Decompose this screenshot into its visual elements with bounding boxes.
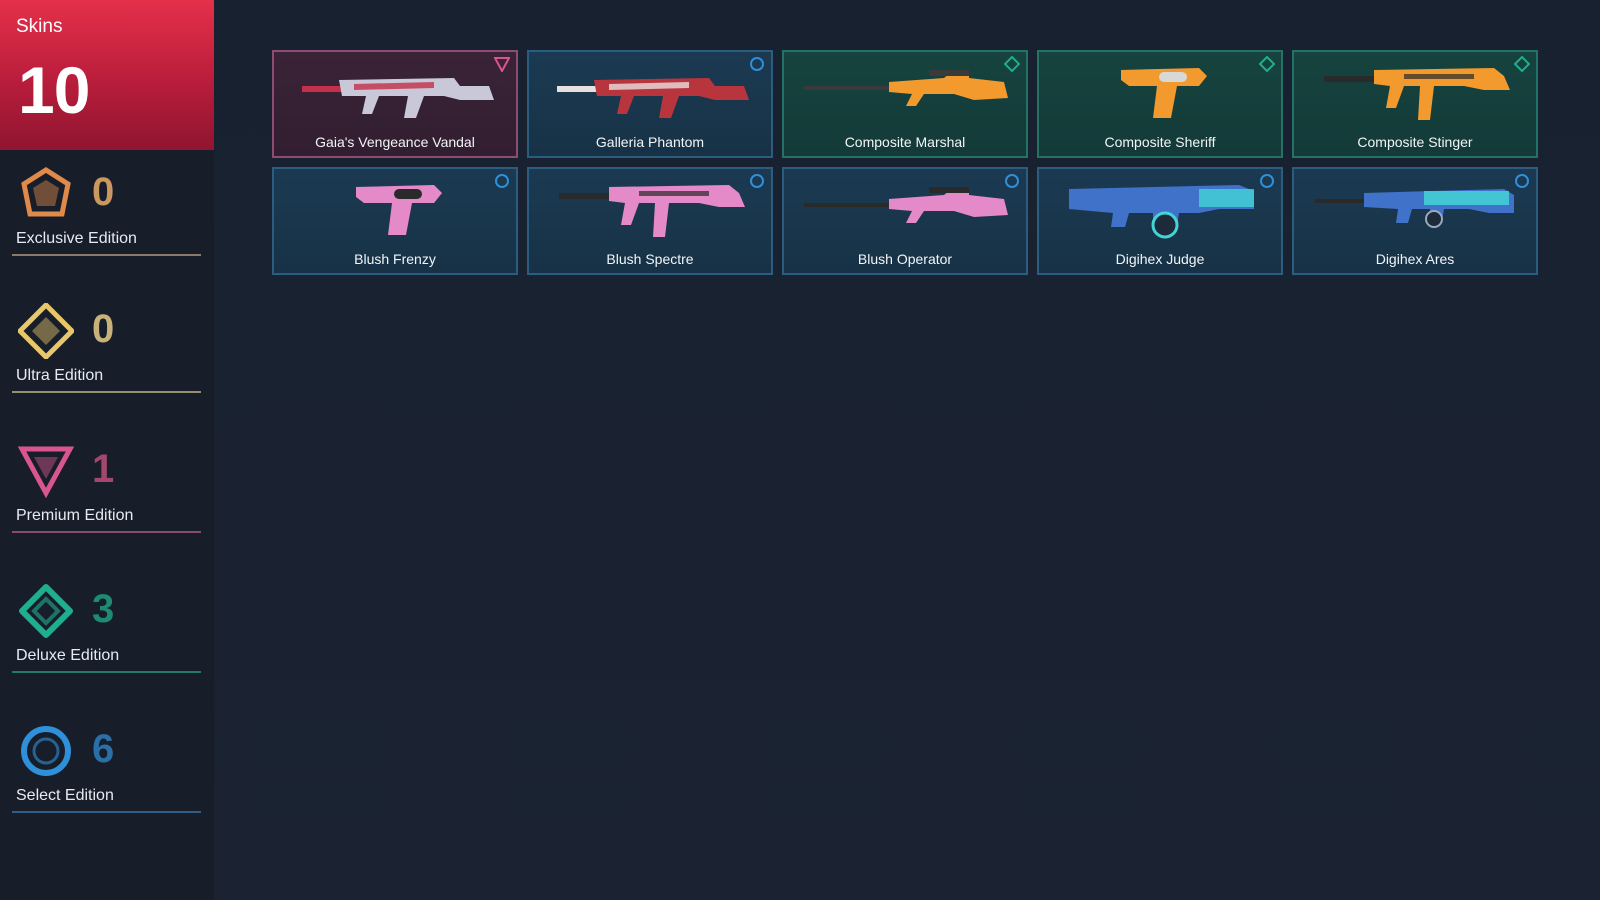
deluxe-tier-icon <box>1259 56 1275 72</box>
exclusive-label: Exclusive Edition <box>16 230 137 247</box>
weapon-image <box>1069 185 1254 239</box>
tier-deluxe[interactable]: 3 Deluxe Edition <box>0 583 214 693</box>
ultra-tier-icon <box>18 303 74 359</box>
inventory-screen: Skins 10 0 Exclusive Edition 0 Ultra Edi… <box>0 0 1600 900</box>
select-tier-icon <box>1005 174 1019 188</box>
edition-sidebar: Skins 10 0 Exclusive Edition 0 Ultra Edi… <box>0 0 214 900</box>
skin-name: Composite Sheriff <box>1104 134 1216 150</box>
weapon-image <box>559 185 745 237</box>
select-count: 6 <box>92 727 115 771</box>
weapon-image <box>1121 68 1207 118</box>
skin-name: Blush Operator <box>857 251 953 267</box>
skin-card[interactable]: Blush Spectre <box>527 167 773 275</box>
weapon-image <box>804 187 1008 223</box>
skin-card[interactable]: Digihex Ares <box>1292 167 1538 275</box>
skins-total-count: 10 <box>18 53 90 127</box>
premium-tier-icon <box>18 446 74 499</box>
select-tier-icon <box>495 174 509 188</box>
weapon-image <box>302 78 494 118</box>
skin-card[interactable]: Blush Frenzy <box>272 167 518 275</box>
ultra-label: Ultra Edition <box>16 367 104 384</box>
weapon-image <box>356 185 442 235</box>
select-tier-icon <box>1515 174 1529 188</box>
tier-divider <box>12 811 201 813</box>
skin-name: Galleria Phantom <box>595 134 705 150</box>
select-tier-icon <box>750 57 764 71</box>
weapon-image <box>1314 189 1514 228</box>
premium-label: Premium Edition <box>16 507 134 524</box>
skin-name: Digihex Ares <box>1375 251 1455 267</box>
tier-exclusive[interactable]: 0 Exclusive Edition <box>0 166 214 276</box>
skin-card[interactable]: Gaia's Vengeance Vandal <box>272 50 518 158</box>
premium-tier-icon <box>494 57 510 72</box>
select-tier-icon <box>21 726 71 776</box>
skin-card[interactable]: Composite Sheriff <box>1037 50 1283 158</box>
deluxe-tier-icon <box>19 584 73 638</box>
skin-name: Composite Stinger <box>1357 134 1473 150</box>
weapon-image <box>557 78 749 118</box>
skins-label: Skins <box>16 16 63 37</box>
tier-divider <box>12 671 201 673</box>
tier-premium[interactable]: 1 Premium Edition <box>0 443 214 553</box>
exclusive-count: 0 <box>92 170 115 214</box>
skin-name: Composite Marshal <box>844 134 966 150</box>
skin-name: Digihex Judge <box>1115 251 1205 267</box>
skin-name: Blush Frenzy <box>354 251 436 267</box>
tier-select[interactable]: 6 Select Edition <box>0 723 214 833</box>
premium-count: 1 <box>92 447 115 491</box>
select-tier-icon <box>1260 174 1274 188</box>
tier-divider <box>12 254 201 256</box>
skin-grid: Gaia's Vengeance Vandal Galleria Phantom C… <box>272 50 1538 275</box>
exclusive-tier-icon <box>21 167 71 217</box>
skin-card[interactable]: Composite Stinger <box>1292 50 1538 158</box>
skin-name: Gaia's Vengeance Vandal <box>315 134 475 150</box>
select-label: Select Edition <box>16 787 114 804</box>
tier-divider <box>12 391 201 393</box>
skin-card[interactable]: Galleria Phantom <box>527 50 773 158</box>
tier-divider <box>12 531 201 533</box>
deluxe-tier-icon <box>1514 56 1530 72</box>
deluxe-tier-icon <box>1004 56 1020 72</box>
skin-card[interactable]: Digihex Judge <box>1037 167 1283 275</box>
weapon-image <box>804 70 1008 106</box>
ultra-count: 0 <box>92 307 115 351</box>
skin-name: Blush Spectre <box>606 251 694 267</box>
weapon-image <box>1324 68 1510 120</box>
skin-card[interactable]: Blush Operator <box>782 167 1028 275</box>
deluxe-count: 3 <box>92 587 115 631</box>
skins-total-card: Skins 10 <box>0 0 214 150</box>
skin-card[interactable]: Composite Marshal <box>782 50 1028 158</box>
tier-ultra[interactable]: 0 Ultra Edition <box>0 303 214 413</box>
deluxe-label: Deluxe Edition <box>16 647 120 664</box>
select-tier-icon <box>750 174 764 188</box>
